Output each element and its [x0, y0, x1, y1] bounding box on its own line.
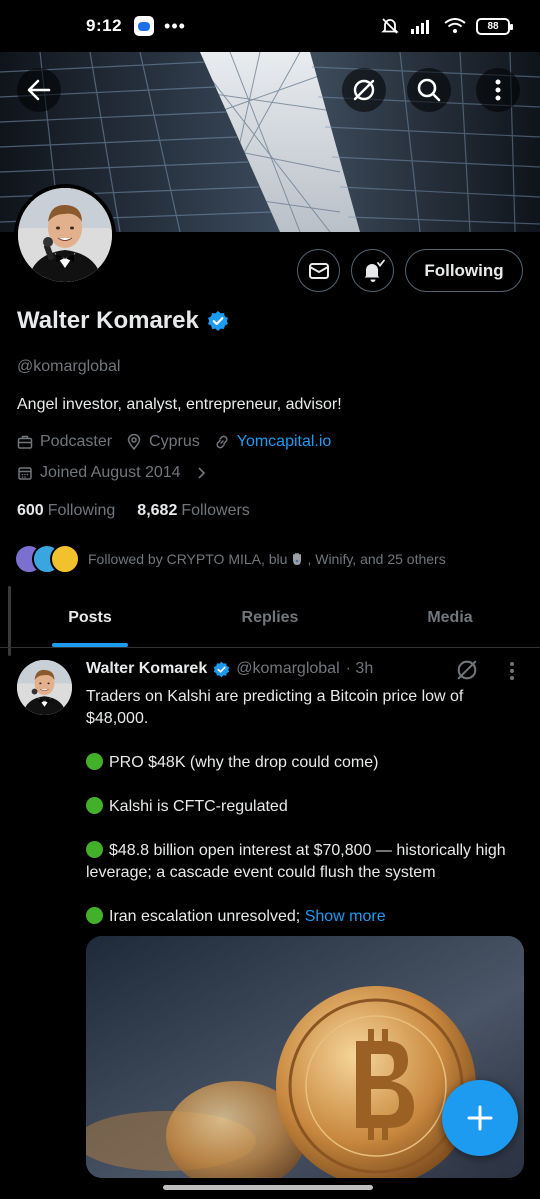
post-header: Walter Komarek @komarglobal · 3h — [86, 660, 373, 678]
follow-stats: 600 Following 8,682 Followers — [17, 502, 250, 520]
status-bar: 9:12 ••• 88 — [0, 0, 540, 52]
joined-row[interactable]: Joined August 2014 — [17, 464, 209, 482]
profile-handle: @komarglobal — [17, 358, 121, 375]
compose-post-button[interactable] — [442, 1080, 518, 1156]
post-author-avatar[interactable] — [17, 660, 72, 715]
envelope-icon — [308, 262, 329, 279]
muted-bell-icon — [381, 18, 399, 34]
followed-by-suffix: , Winify, and 25 others — [307, 551, 446, 567]
profile-avatar[interactable] — [14, 184, 116, 286]
chevron-right-icon — [197, 467, 205, 479]
home-indicator[interactable] — [163, 1185, 373, 1190]
grok-icon[interactable] — [455, 658, 479, 682]
following-stat[interactable]: 600 Following — [17, 502, 115, 520]
notifications-button[interactable] — [351, 249, 394, 292]
post-bullet-text: Kalshi is CFTC-regulated — [109, 798, 288, 815]
message-button[interactable] — [297, 249, 340, 292]
following-label: Following — [47, 502, 116, 519]
arrow-left-icon — [27, 79, 51, 101]
post-bullet-text: Iran escalation unresolved; — [109, 908, 301, 925]
followers-stat[interactable]: 8,682 Followers — [137, 502, 250, 520]
green-circle-icon — [86, 753, 103, 770]
location-text: Cyprus — [149, 433, 200, 450]
post-text-intro: Traders on Kalshi are predicting a Bitco… — [86, 688, 464, 727]
back-button[interactable] — [17, 68, 61, 112]
profile-name: Walter Komarek — [17, 307, 199, 334]
green-circle-icon — [86, 797, 103, 814]
status-time: 9:12 — [86, 16, 123, 35]
grok-button[interactable] — [342, 68, 386, 112]
green-circle-icon — [86, 841, 103, 858]
briefcase-icon — [17, 435, 33, 449]
search-icon — [417, 78, 441, 102]
profile-meta-row: Podcaster Cyprus Yomcapital.io — [17, 433, 345, 451]
battery-level: 88 — [487, 20, 499, 32]
calendar-icon — [18, 467, 32, 480]
profession-item: Podcaster — [17, 433, 112, 451]
post-time[interactable]: · 3h — [346, 660, 374, 678]
more-vertical-icon — [495, 79, 501, 101]
post-bullet: Iran escalation unresolved; Show more — [86, 906, 516, 928]
joined-item[interactable]: Joined August 2014 — [17, 464, 181, 482]
profile-bio: Angel investor, analyst, entrepreneur, a… — [17, 396, 342, 413]
tab-media[interactable]: Media — [360, 588, 540, 647]
location-pin-icon — [127, 434, 141, 450]
battery-icon: 88 — [476, 17, 513, 35]
website-item[interactable]: Yomcapital.io — [214, 433, 332, 451]
tab-posts[interactable]: Posts — [0, 588, 180, 647]
followed-by-row[interactable]: Followed by CRYPTO MILA, blu , Winify, a… — [14, 544, 446, 574]
verified-badge-icon — [214, 661, 230, 677]
post-bullet: Kalshi is CFTC-regulated — [86, 796, 516, 818]
search-button[interactable] — [407, 68, 451, 112]
profile-name-row: Walter Komarek — [17, 307, 229, 335]
followers-label: Followers — [181, 502, 250, 519]
post-author-handle[interactable]: @komarglobal — [236, 660, 339, 678]
following-count: 600 — [17, 502, 44, 519]
profession-text: Podcaster — [40, 433, 113, 450]
wifi-icon — [444, 18, 466, 33]
post-bullet: $48.8 billion open interest at $70,800 —… — [86, 840, 516, 884]
website-link[interactable]: Yomcapital.io — [237, 433, 332, 451]
verified-badge-icon[interactable] — [207, 310, 229, 332]
avatar-image — [17, 660, 72, 715]
followed-by-text: Followed by CRYPTO MILA, blu — [88, 551, 288, 567]
followers-count: 8,682 — [137, 502, 178, 519]
plus-icon — [467, 1105, 493, 1131]
post-more-icon[interactable] — [502, 660, 522, 682]
status-dots: ••• — [164, 15, 186, 36]
hamsa-hand-icon — [293, 553, 302, 565]
post-author-name[interactable]: Walter Komarek — [86, 660, 207, 678]
profile-tabs: Posts Replies Media — [0, 588, 540, 648]
grok-icon — [353, 79, 375, 101]
follower-avatar — [50, 544, 80, 574]
message-app-icon — [134, 16, 155, 36]
location-item: Cyprus — [126, 433, 200, 451]
joined-text: Joined August 2014 — [40, 464, 181, 481]
following-button[interactable]: Following — [405, 249, 523, 292]
link-icon — [216, 435, 228, 449]
signal-icon — [411, 20, 429, 34]
green-circle-icon — [86, 907, 103, 924]
post-bullet-text: PRO $48K (why the drop could come) — [109, 754, 379, 771]
avatar-image — [18, 188, 112, 282]
show-more-link[interactable]: Show more — [305, 908, 386, 925]
post-bullet: PRO $48K (why the drop could come) — [86, 752, 516, 774]
bell-check-icon — [364, 259, 385, 282]
tab-replies[interactable]: Replies — [180, 588, 360, 647]
post-bullet-text: $48.8 billion open interest at $70,800 —… — [86, 842, 506, 881]
more-button[interactable] — [476, 68, 520, 112]
